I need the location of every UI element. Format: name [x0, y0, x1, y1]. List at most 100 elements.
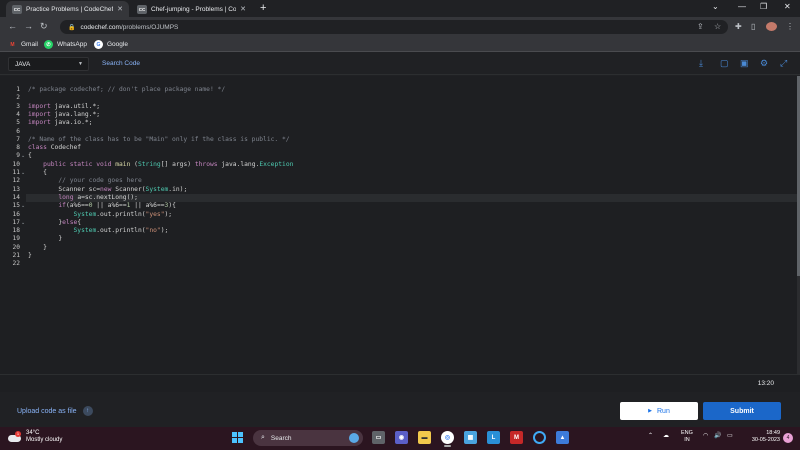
code-token: Codechef — [50, 144, 82, 152]
store-icon[interactable]: ▦ — [464, 431, 477, 444]
code-line[interactable]: System.out.println("yes"); — [28, 211, 173, 219]
reload-icon[interactable]: ↻ — [40, 21, 48, 32]
mcafee-icon[interactable]: M — [510, 431, 523, 444]
code-line[interactable]: System.out.println("no"); — [28, 227, 169, 235]
code-line[interactable]: /* package codechef; // don't place pack… — [28, 86, 225, 94]
clock-date: 30-05-2023 — [751, 437, 780, 443]
fold-chevron-icon[interactable]: ⌄ — [21, 219, 25, 227]
minimize-icon[interactable]: — — [738, 2, 746, 11]
forward-icon[interactable]: → — [24, 21, 33, 31]
code-line[interactable]: { — [28, 152, 32, 160]
cursor-position: 13:20 — [757, 380, 774, 387]
code-token: a=sc.nextLong(); — [77, 193, 138, 201]
download-icon[interactable]: ⤓ — [699, 58, 703, 69]
code-editor[interactable]: 1 2 3 4 5 6 7 8 9 ⌄ 10 11 ⌄ 12 13 14 15 ⌄ 16 17 ⌄ 18 19 20 21 22 … — [0, 76, 797, 374]
language-value: JAVA — [15, 61, 31, 68]
fullscreen-icon[interactable]: ⤢ — [780, 58, 787, 69]
run-label: Run — [657, 407, 670, 415]
code-token: long — [58, 193, 78, 201]
upload-code-button[interactable]: Upload code as file ↑ — [17, 406, 93, 416]
tab-practice-problems[interactable]: CC Practice Problems | CodeChef ✕ — [6, 1, 129, 17]
teams-icon[interactable]: ◉ — [395, 431, 408, 444]
line-number: 21 — [12, 252, 20, 259]
bookmark-whatsapp[interactable]: ✆ WhatsApp — [44, 40, 87, 49]
code-line[interactable]: import java.lang.*; — [28, 111, 100, 119]
language-select[interactable]: JAVA ▼ — [8, 57, 89, 71]
code-line[interactable]: class Codechef — [28, 144, 81, 152]
ide-footer: Upload code as file ↑ ▶ Run Submit — [0, 392, 800, 427]
fold-chevron-icon[interactable]: ⌄ — [21, 202, 25, 210]
clock[interactable]: 18:49 30-05-2023 — [744, 430, 780, 444]
maximize-icon[interactable]: ❐ — [760, 2, 767, 11]
chevron-up-icon[interactable]: ⌃ — [648, 432, 653, 439]
fold-chevron-icon[interactable]: ⌄ — [21, 169, 25, 177]
code-token: throws — [194, 160, 222, 168]
weather-widget[interactable]: 1 34°C Mostly cloudy — [8, 430, 62, 444]
file-explorer-icon[interactable]: ▬ — [418, 431, 431, 444]
code-line[interactable]: import java.util.*; — [28, 103, 100, 111]
address-bar[interactable]: 🔒 codechef.com /problems/OJUMPS — [60, 20, 728, 34]
code-line[interactable]: { — [28, 169, 47, 177]
fold-chevron-icon[interactable]: ⌄ — [21, 152, 25, 160]
volume-icon[interactable]: 🔊 — [714, 432, 721, 439]
back-icon[interactable]: ← — [8, 21, 17, 31]
code-token: "no" — [145, 227, 161, 235]
l-app-icon[interactable]: L — [487, 431, 500, 444]
chrome-icon[interactable]: ◎ — [441, 431, 454, 447]
code-line[interactable]: if(a%6==0 || a%6==1 || a%6==3){ — [28, 202, 176, 210]
menu-icon[interactable]: ⋮ — [786, 22, 794, 31]
code-line[interactable]: } — [28, 235, 62, 243]
windows-start-icon[interactable] — [232, 432, 243, 443]
share-icon[interactable]: ⇪ — [697, 22, 704, 31]
bing-icon — [349, 433, 359, 443]
input-language[interactable]: ENG IN — [681, 430, 693, 444]
line-number: 12 — [12, 177, 20, 185]
plus-icon[interactable]: + — [260, 2, 266, 14]
code-token: ){ — [168, 202, 176, 210]
close-icon[interactable]: ✕ — [240, 5, 246, 13]
cloud-icon: 1 — [8, 430, 22, 443]
code-token: { — [77, 218, 82, 226]
code-token: { — [28, 152, 32, 160]
close-icon[interactable]: ✕ — [117, 5, 123, 13]
bookmark-star-icon[interactable]: ☆ — [714, 22, 721, 31]
extensions-icon[interactable]: ✚ — [735, 22, 742, 31]
code-token: import — [28, 102, 55, 110]
code-token: System — [145, 185, 169, 193]
cortana-icon[interactable] — [533, 431, 546, 444]
avatar[interactable] — [766, 22, 777, 31]
onedrive-icon[interactable]: ☁ — [663, 432, 669, 439]
search-code-link[interactable]: Search Code — [102, 60, 140, 67]
run-button[interactable]: ▶ Run — [620, 402, 698, 420]
submit-button[interactable]: Submit — [703, 402, 781, 420]
code-line[interactable]: }else{ — [28, 219, 81, 227]
code-line[interactable]: import java.io.*; — [28, 119, 92, 127]
notification-badge[interactable]: 4 — [783, 433, 793, 443]
task-view-icon[interactable]: ▭ — [372, 431, 385, 444]
bookmark-google[interactable]: G Google — [94, 40, 128, 49]
battery-icon[interactable]: ▭ — [727, 432, 733, 439]
feedback-icon[interactable]: ▢ — [720, 58, 729, 69]
search-label: Search — [270, 434, 292, 442]
code-line[interactable]: public static void main (String[] args) … — [28, 161, 293, 169]
photos-icon[interactable]: ▲ — [556, 431, 569, 444]
settings-icon[interactable]: ⚙ — [760, 58, 768, 69]
code-token: Exception — [259, 160, 294, 168]
tab-search-icon[interactable]: ⌄ — [712, 2, 719, 11]
close-window-icon[interactable]: ✕ — [784, 2, 791, 11]
code-line[interactable]: Scanner sc=new Scanner(System.in); — [28, 186, 187, 194]
google-icon: G — [94, 40, 103, 49]
wifi-icon[interactable]: ◠ — [703, 432, 708, 439]
bookmark-gmail[interactable]: M Gmail — [8, 40, 38, 49]
code-token: String — [137, 160, 161, 168]
code-line[interactable]: /* Name of the class has to be "Main" on… — [28, 136, 290, 144]
taskbar-search[interactable]: ⌕ Search — [253, 430, 363, 446]
tab-chef-jumping[interactable]: CC Chef-jumping - Problems | Code ✕ — [131, 1, 252, 17]
save-icon[interactable]: ▣ — [740, 58, 749, 69]
clock-time: 18:49 — [766, 430, 780, 436]
code-line[interactable]: // your code goes here — [28, 177, 141, 185]
code-line[interactable]: } — [28, 252, 32, 260]
sidepanel-icon[interactable]: ▯ — [751, 22, 755, 31]
code-line[interactable]: long a=sc.nextLong(); — [28, 194, 138, 202]
code-line[interactable]: } — [28, 244, 47, 252]
